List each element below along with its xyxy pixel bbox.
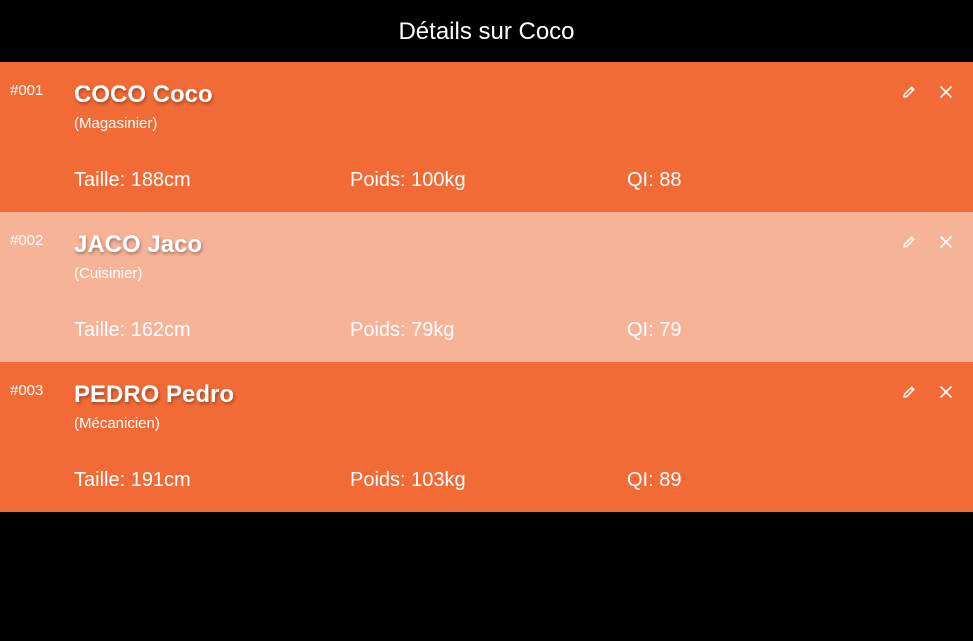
delete-button[interactable] [935, 381, 957, 403]
person-id: #003 [10, 382, 44, 399]
edit-button[interactable] [898, 381, 920, 403]
person-role: (Mécanicien) [74, 415, 160, 432]
person-role: (Magasinier) [74, 115, 158, 132]
person-height: Taille: 162cm [74, 319, 191, 341]
list-item: #002 JACO Jaco (Cuisinier) Taille: 162cm… [0, 212, 973, 362]
close-icon [940, 86, 952, 98]
person-weight: Poids: 103kg [350, 469, 466, 491]
person-height: Taille: 191cm [74, 469, 191, 491]
person-weight: Poids: 79kg [350, 319, 455, 341]
app-header: Détails sur Coco [0, 0, 973, 62]
person-name: COCO Coco [74, 81, 213, 108]
close-icon [940, 236, 952, 248]
pencil-icon [903, 236, 915, 248]
person-iq: QI: 89 [627, 469, 682, 491]
list-item: #003 PEDRO Pedro (Mécanicien) Taille: 19… [0, 362, 973, 512]
pencil-icon [903, 86, 915, 98]
person-iq: QI: 79 [627, 319, 682, 341]
person-id: #002 [10, 232, 44, 249]
person-role: (Cuisinier) [74, 265, 143, 282]
person-name: PEDRO Pedro [74, 381, 235, 408]
person-iq: QI: 88 [627, 169, 682, 191]
person-weight: Poids: 100kg [350, 169, 466, 191]
edit-button[interactable] [898, 231, 920, 253]
delete-button[interactable] [935, 81, 957, 103]
people-list: #001 COCO Coco (Magasinier) Taille: 188c… [0, 62, 973, 512]
close-icon [940, 386, 952, 398]
person-height: Taille: 188cm [74, 169, 191, 191]
edit-button[interactable] [898, 81, 920, 103]
page-title: Détails sur Coco [398, 17, 575, 45]
list-item: #001 COCO Coco (Magasinier) Taille: 188c… [0, 62, 973, 212]
delete-button[interactable] [935, 231, 957, 253]
person-name: JACO Jaco [74, 231, 203, 258]
pencil-icon [903, 386, 915, 398]
person-id: #001 [10, 82, 44, 99]
